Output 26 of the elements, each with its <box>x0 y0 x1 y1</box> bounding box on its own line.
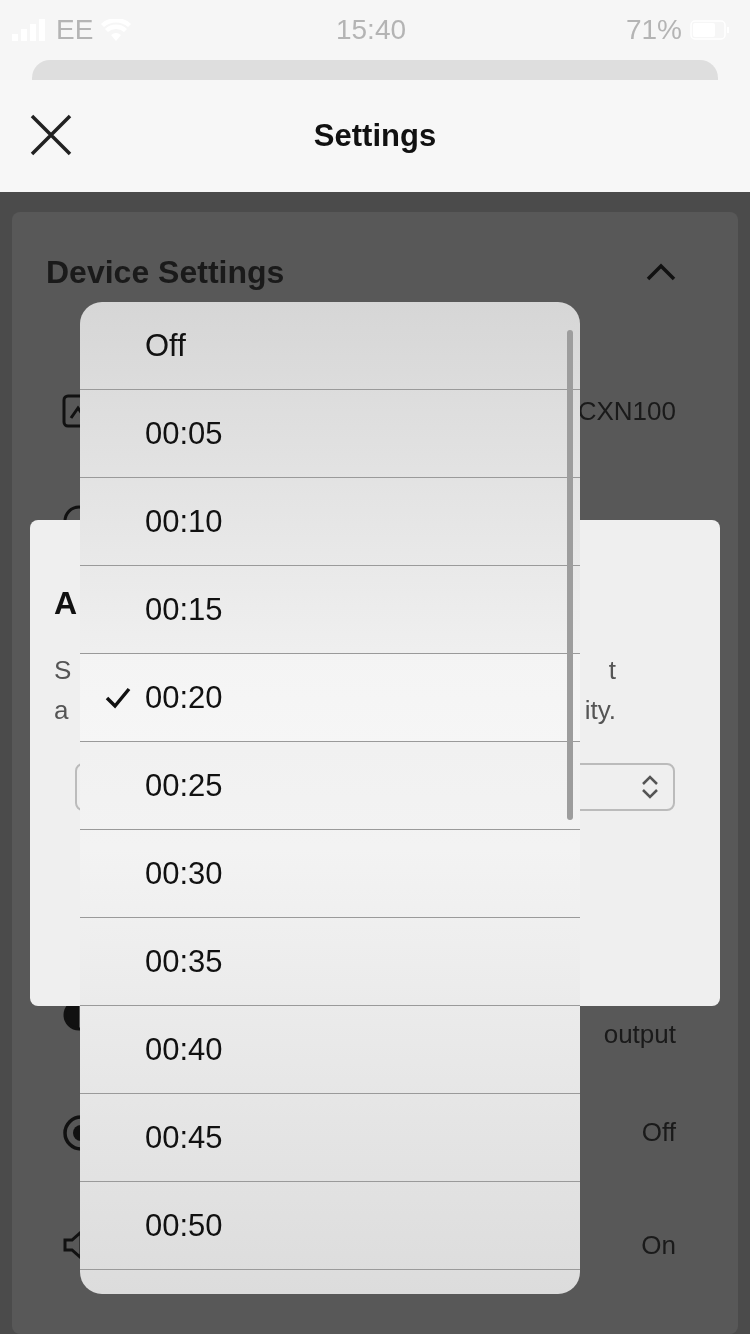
chevron-icon[interactable] <box>646 263 676 281</box>
setting-value: output <box>603 1019 676 1050</box>
dialog-text: S <box>54 654 72 686</box>
menu-option[interactable]: 00:50 <box>80 1182 580 1270</box>
close-button[interactable] <box>30 114 72 156</box>
dialog-text: ity. <box>584 694 616 726</box>
section-title: Device Settings <box>46 253 285 291</box>
device-icon <box>62 394 80 428</box>
menu-option[interactable]: 00:30 <box>80 830 580 918</box>
page-title: Settings <box>313 118 437 154</box>
battery-percent: 71% <box>625 14 682 46</box>
dialog-title: A <box>54 584 78 623</box>
menu-option[interactable]: 00:40 <box>80 1006 580 1094</box>
menu-option[interactable]: 00:20 <box>80 654 580 742</box>
setting-value: Off <box>641 1117 676 1148</box>
menu-option[interactable]: 00:35 <box>80 918 580 1006</box>
setting-value: CXN100 <box>577 395 676 427</box>
setting-value: On <box>641 1229 676 1261</box>
up-down-icon <box>641 775 659 799</box>
checkmark-icon <box>105 687 131 709</box>
speaker-icon <box>62 1228 80 1262</box>
carrier-name: EE <box>56 14 94 46</box>
dialog-text: a <box>54 694 69 726</box>
dialog-text: t <box>608 654 616 686</box>
menu-option[interactable]: 00:45 <box>80 1094 580 1182</box>
status-time: 15:40 <box>335 14 407 46</box>
